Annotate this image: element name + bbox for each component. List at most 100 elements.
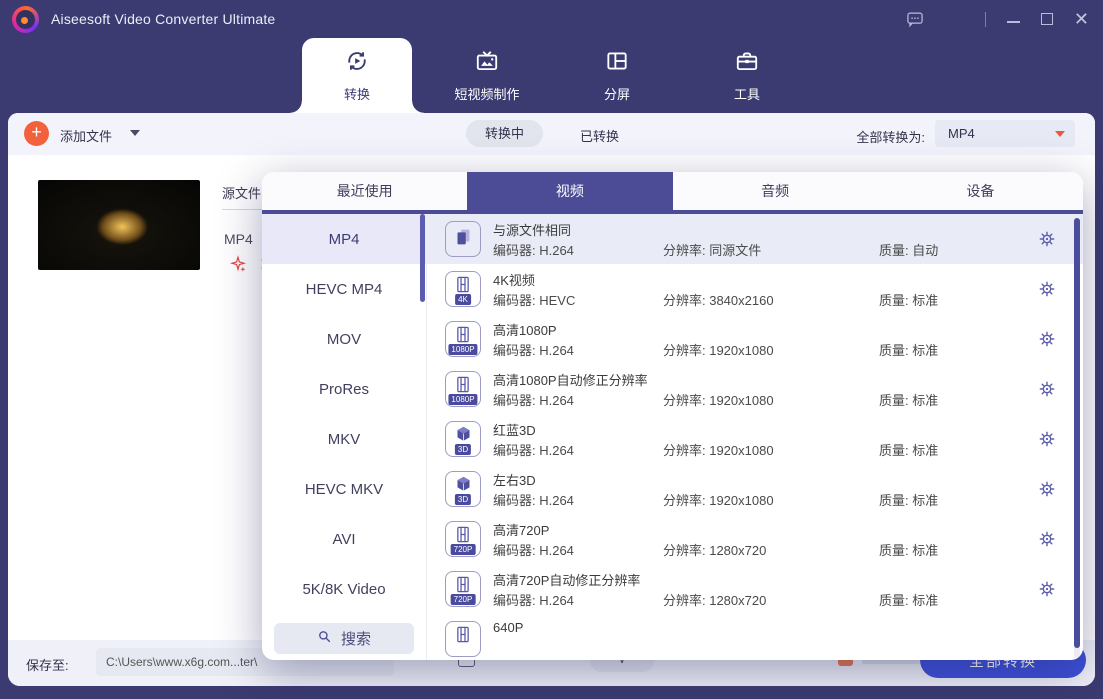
split-screen-icon [604,48,630,79]
profile-row[interactable]: 与源文件相同编码器: H.264分辨率: 同源文件质量: 自动 [427,214,1083,264]
maximize-icon[interactable] [1041,13,1053,25]
tab-label: 分屏 [604,84,630,103]
profile-list: 与源文件相同编码器: H.264分辨率: 同源文件质量: 自动4K4K视频编码器… [427,214,1083,660]
sidebar-item-hevc-mp4[interactable]: HEVC MP4 [262,264,426,314]
panel-tab-audio[interactable]: 音频 [673,172,878,210]
gear-icon[interactable] [1037,229,1057,249]
app-window: Aiseesoft Video Converter Ultimate ✕ 转换 … [0,0,1103,699]
format-badge: 3D [455,494,471,505]
tab-label: 转换 [344,84,370,103]
profile-row[interactable]: 640P [427,614,1083,660]
format-sidebar: MP4HEVC MP4MOVProResMKVHEVC MKVAVI5K/8K … [262,214,427,660]
profile-title: 高清720P [493,520,549,539]
search-label: 搜索 [341,628,371,649]
panel-tabs: 最近使用 视频 音频 设备 [262,172,1083,210]
tab-split-screen[interactable]: 分屏 [562,38,672,113]
resolution-value: 分辨率: 同源文件 [663,240,761,259]
app-title: Aiseesoft Video Converter Ultimate [51,11,275,27]
convert-icon [344,48,370,79]
tab-convert[interactable]: 转换 [302,38,412,113]
profile-row[interactable]: 720P 高清720P编码器: H.264 分辨率: 1280x720 质量: 标准 [427,514,1083,564]
gear-icon[interactable] [1037,379,1057,399]
quality-value: 质量: 标准 [879,490,938,509]
profile-title: 高清1080P [493,320,557,339]
profile-row[interactable]: 720P高清720P自动修正分辨率编码器: H.264分辨率: 1280x720… [427,564,1083,614]
format-badge: 3D [455,444,471,455]
gear-icon[interactable] [1037,529,1057,549]
minimize-icon[interactable] [1007,15,1020,23]
gear-icon[interactable] [1037,479,1057,499]
tab-short-video[interactable]: 短视频制作 [432,38,542,113]
sidebar-item-mov[interactable]: MOV [262,314,426,364]
filter-converting[interactable]: 转换中 [466,120,543,147]
profile-title: 640P [493,620,523,635]
toolbar: + 添加文件 转换中 已转换 全部转换为: MP4 [8,113,1095,155]
effect-star-icon[interactable] [229,255,247,278]
add-file-label[interactable]: 添加文件 [60,126,112,145]
quality-value: 质量: 标准 [879,390,938,409]
profile-row[interactable]: 3D红蓝3D编码器: H.264分辨率: 1920x1080质量: 标准 [427,414,1083,464]
titlebar: Aiseesoft Video Converter Ultimate ✕ [0,0,1103,38]
resolution-value: 分辨率: 1920x1080 [663,490,774,509]
tab-label: 工具 [734,84,760,103]
search-button[interactable]: 搜索 [274,623,414,654]
gear-icon[interactable] [1037,579,1057,599]
sidebar-item-prores[interactable]: ProRes [262,364,426,414]
resolution-value: 分辨率: 1280x720 [663,590,766,609]
format-badge: 1080P [448,344,477,355]
sidebar-item-avi[interactable]: AVI [262,514,426,564]
cube-3d-icon: 3D [445,471,481,507]
add-file-button[interactable]: + [24,121,49,146]
encoder-value: 编码器: H.264 [493,390,574,409]
quality-value: 质量: 自动 [879,240,938,259]
profile-row[interactable]: 4K4K视频编码器: HEVC分辨率: 3840x2160质量: 标准 [427,264,1083,314]
profile-row[interactable]: 1080P 高清1080P编码器: H.264 分辨率: 1920x1080 质量: … [427,314,1083,364]
film-icon: 1080P [445,321,481,357]
encoder-value: 编码器: H.264 [493,490,574,509]
format-panel: 最近使用 视频 音频 设备 MP4HEVC MP4MOVProResMKVHEV… [262,172,1083,660]
quality-value: 质量: 标准 [879,590,938,609]
source-file-label: 源文件 [222,183,261,202]
resolution-value: 分辨率: 1920x1080 [663,340,774,359]
titlebar-divider [985,12,986,27]
tab-tools[interactable]: 工具 [692,38,802,113]
sidebar-item-mp4[interactable]: MP4 [262,214,426,264]
menu-icon[interactable] [946,11,964,27]
sidebar-item-mkv[interactable]: MKV [262,414,426,464]
gear-icon[interactable] [1037,329,1057,349]
chevron-down-icon [1055,131,1065,142]
app-logo-icon [12,6,39,33]
sidebar-scrollbar[interactable] [420,214,425,302]
gear-icon[interactable] [1037,429,1057,449]
search-icon [317,629,332,648]
save-to-label: 保存至: [26,655,69,674]
filter-converted[interactable]: 已转换 [580,126,619,145]
sidebar-item-hevc-mkv[interactable]: HEVC MKV [262,464,426,514]
panel-tab-recent[interactable]: 最近使用 [262,172,467,210]
profile-title: 高清720P自动修正分辨率 [493,570,640,589]
quality-value: 质量: 标准 [879,290,938,309]
film-icon: 720P [445,521,481,557]
quality-value: 质量: 标准 [879,440,938,459]
encoder-value: 编码器: H.264 [493,340,574,359]
encoder-value: 编码器: H.264 [493,540,574,559]
profile-title: 4K视频 [493,270,535,289]
list-scrollbar[interactable] [1074,218,1080,648]
video-thumbnail[interactable] [38,180,200,270]
feedback-icon[interactable] [905,9,925,29]
panel-tab-video[interactable]: 视频 [467,172,672,210]
quality-value: 质量: 标准 [879,540,938,559]
close-icon[interactable]: ✕ [1074,10,1089,28]
film-icon: 1080P [445,371,481,407]
cube-3d-icon: 3D [445,421,481,457]
output-format-select[interactable]: MP4 [935,120,1075,147]
sidebar-item-5k-8k-video[interactable]: 5K/8K Video [262,564,426,614]
profile-row[interactable]: 3D左右3D编码器: H.264分辨率: 1920x1080质量: 标准 [427,464,1083,514]
profile-row[interactable]: 1080P高清1080P自动修正分辨率编码器: H.264分辨率: 1920x1… [427,364,1083,414]
source-format: MP4 [224,231,253,247]
quality-value: 质量: 标准 [879,340,938,359]
chevron-down-icon[interactable] [130,130,140,141]
resolution-value: 分辨率: 1280x720 [663,540,766,559]
gear-icon[interactable] [1037,279,1057,299]
panel-tab-device[interactable]: 设备 [878,172,1083,210]
